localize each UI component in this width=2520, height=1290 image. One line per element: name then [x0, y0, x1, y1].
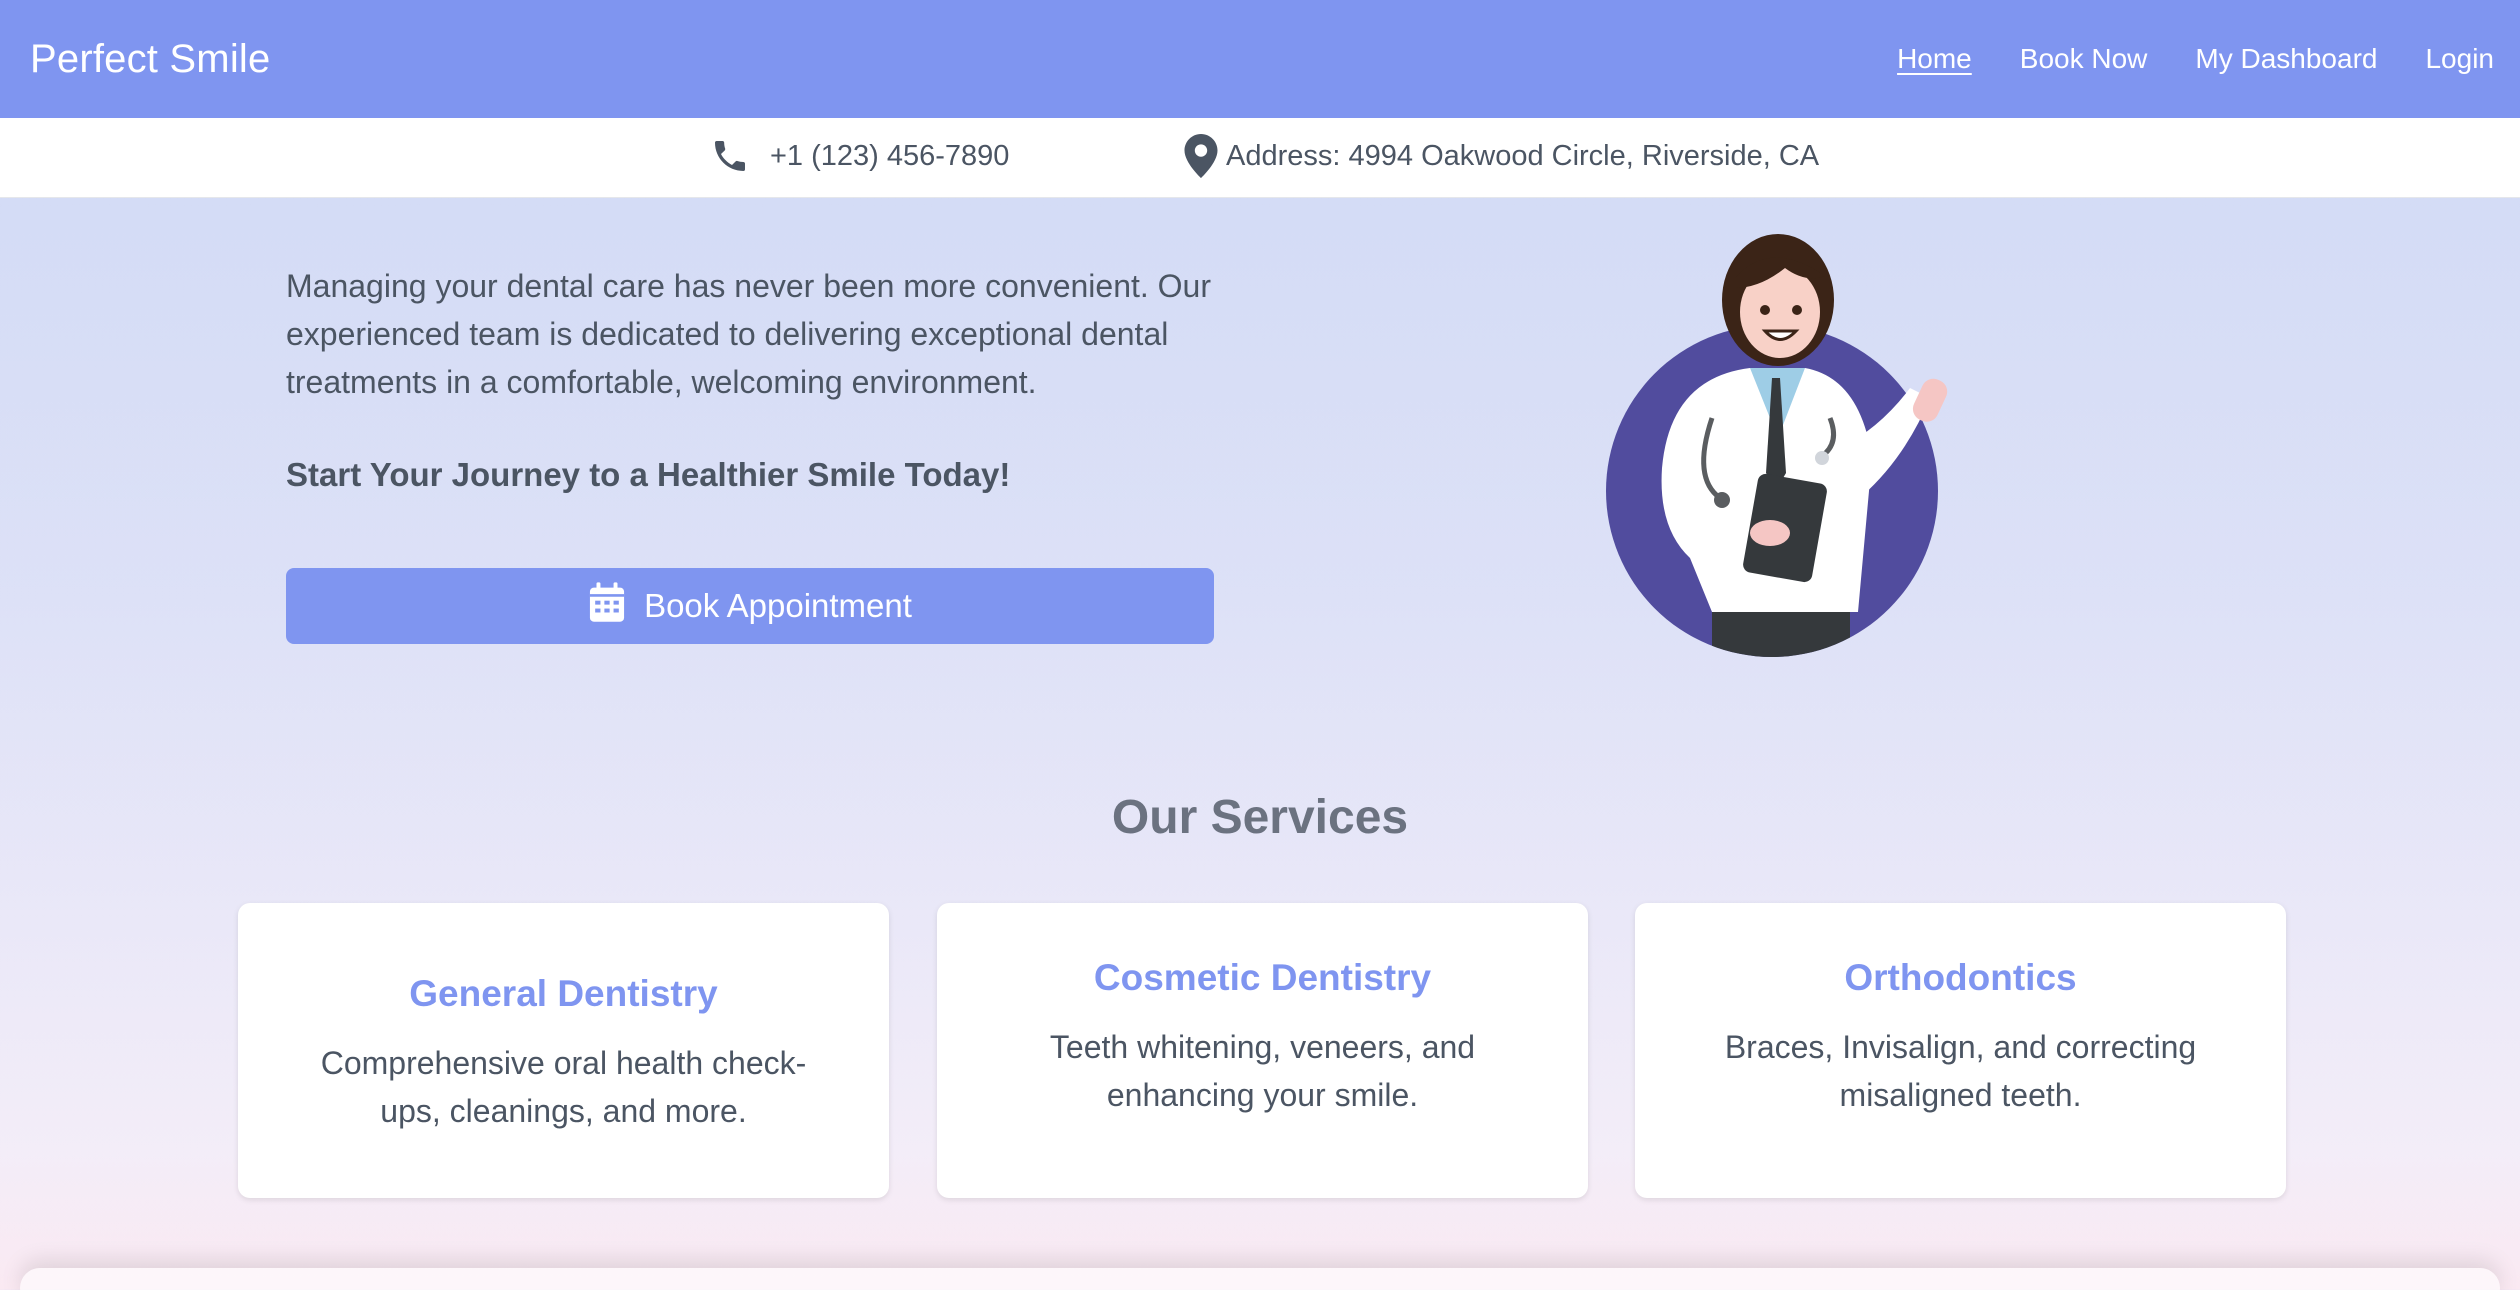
service-card-description: Teeth whitening, veneers, and enhancing …: [1049, 1029, 1476, 1113]
nav-link-home[interactable]: Home: [1897, 43, 1972, 75]
nav-link-book-now[interactable]: Book Now: [2020, 43, 2148, 75]
book-appointment-button[interactable]: Book Appointment: [286, 568, 1214, 644]
address-info: Address: 4994 Oakwood Circle, Riverside,…: [1184, 134, 1819, 178]
phone-info: +1 (123) 456-7890: [710, 136, 1009, 176]
service-card-description: Comprehensive oral health check-ups, cle…: [320, 1045, 807, 1129]
location-pin-icon: [1184, 134, 1218, 178]
top-navbar: Perfect Smile Home Book Now My Dashboard…: [0, 0, 2520, 118]
hero-description: Managing your dental care has never been…: [286, 268, 1211, 400]
service-card-orthodontics[interactable]: Orthodontics Braces, Invisalign, and cor…: [1635, 903, 2286, 1198]
doctor-illustration: [1600, 228, 1980, 668]
brand-logo[interactable]: Perfect Smile: [30, 37, 270, 82]
calendar-icon: [588, 581, 626, 631]
contact-info-bar: +1 (123) 456-7890 Address: 4994 Oakwood …: [0, 118, 2520, 198]
service-card-title: General Dentistry: [409, 973, 718, 1014]
book-appointment-label: Book Appointment: [644, 587, 912, 624]
service-card-general[interactable]: General Dentistry Comprehensive oral hea…: [238, 903, 889, 1198]
services-heading: Our Services: [1111, 791, 1409, 844]
footer-edge: [20, 1268, 2500, 1290]
service-card-cosmetic[interactable]: Cosmetic Dentistry Teeth whitening, vene…: [937, 903, 1588, 1198]
service-card-title: Orthodontics: [1844, 957, 2077, 998]
phone-number: +1 (123) 456-7890: [770, 139, 1010, 172]
phone-icon: [710, 136, 750, 176]
address-text: Address: 4994 Oakwood Circle, Riverside,…: [1226, 139, 1820, 172]
nav-links: Home Book Now My Dashboard Login: [1897, 43, 2494, 75]
nav-link-dashboard[interactable]: My Dashboard: [2195, 43, 2377, 75]
service-card-title: Cosmetic Dentistry: [1093, 957, 1432, 998]
hero-cta-heading: Start Your Journey to a Healthier Smile …: [286, 456, 1011, 493]
service-card-description: Braces, Invisalign, and correcting misal…: [1724, 1029, 2197, 1113]
nav-link-login[interactable]: Login: [2425, 43, 2494, 75]
